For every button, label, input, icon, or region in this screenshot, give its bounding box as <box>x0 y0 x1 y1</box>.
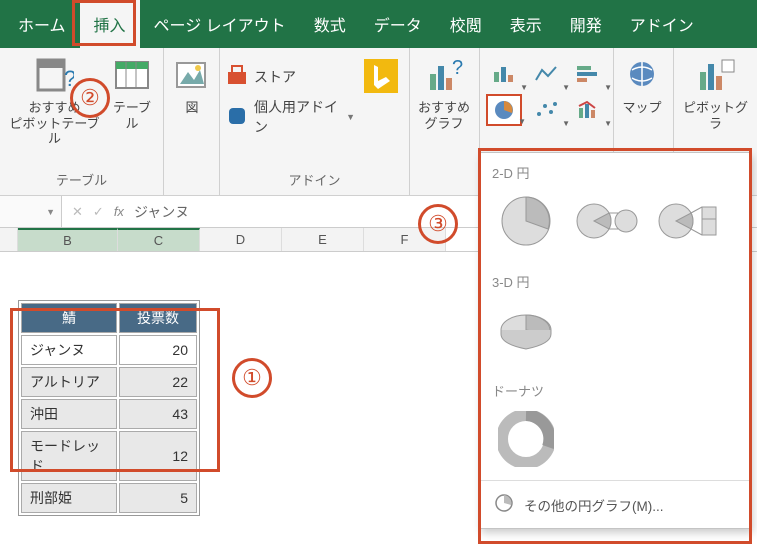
bing-icon <box>361 56 401 96</box>
table-header-votes[interactable]: 投票数 <box>119 303 197 333</box>
tab-developer[interactable]: 開発 <box>556 0 616 48</box>
col-header-c[interactable]: C <box>118 228 200 251</box>
pie-3d-label: 3-D 円 <box>480 262 750 295</box>
recommended-charts-button[interactable]: ? おすすめ グラフ <box>416 54 472 133</box>
formula-input[interactable] <box>134 204 334 220</box>
donut-option[interactable] <box>494 410 558 468</box>
pivot-chart-icon <box>696 56 736 96</box>
tab-insert[interactable]: 挿入 <box>80 0 140 48</box>
group-tables-label: テーブル <box>6 166 157 193</box>
chevron-down-icon: ▼ <box>562 83 570 92</box>
illustrations-button[interactable]: 図 <box>170 54 214 118</box>
pie-of-pie-option[interactable] <box>576 192 640 250</box>
maps-label: マップ <box>622 100 661 116</box>
chevron-down-icon: ▼ <box>562 119 570 128</box>
chevron-down-icon: ▼ <box>518 117 526 126</box>
table-icon <box>112 56 152 96</box>
my-addins-button[interactable]: 個人用アドイン ▼ <box>226 97 355 137</box>
addin-icon <box>226 105 248 130</box>
table-label: テーブル <box>109 100 155 131</box>
tab-addins[interactable]: アドイン <box>616 0 708 48</box>
pie-icon <box>494 493 514 516</box>
pivot-chart-label: ピボットグラ <box>682 100 749 131</box>
table-header-name[interactable]: 鯖 <box>21 303 117 333</box>
pie-chart-dropdown: 2-D 円 3-D 円 ドーナツ その他の円グラフ(M)... <box>479 152 751 529</box>
store-label: ストア <box>254 67 296 87</box>
pie-3d-option[interactable] <box>494 301 558 359</box>
table-row: アルトリア22 <box>21 367 197 397</box>
enter-icon[interactable]: ✓ <box>93 204 104 220</box>
ribbon-tabs: ホーム 挿入 ページ レイアウト 数式 データ 校閲 表示 開発 アドイン <box>0 0 757 48</box>
name-box[interactable]: ▼ <box>0 196 62 227</box>
chevron-down-icon: ▼ <box>604 83 612 92</box>
tab-view[interactable]: 表示 <box>496 0 556 48</box>
more-pie-charts-button[interactable]: その他の円グラフ(M)... <box>480 480 750 528</box>
tab-review[interactable]: 校閲 <box>436 0 496 48</box>
col-header-b[interactable]: B <box>18 228 118 251</box>
chart-scatter-button[interactable]: ▼ <box>528 94 564 126</box>
fx-icon[interactable]: fx <box>114 204 124 219</box>
tab-page-layout[interactable]: ページ レイアウト <box>140 0 300 48</box>
chart-column-button[interactable]: ▼ <box>486 58 522 90</box>
chevron-down-icon: ▼ <box>604 119 612 128</box>
recommended-pivot-button[interactable]: ? おすすめ ピボットテーブル <box>6 54 103 149</box>
maps-button[interactable]: マップ <box>620 54 664 118</box>
my-addins-label: 個人用アドイン <box>254 97 340 137</box>
table-row: 沖田43 <box>21 399 197 429</box>
recommended-charts-label: おすすめ グラフ <box>418 100 470 131</box>
group-addins-label: アドイン <box>226 166 403 193</box>
tab-data[interactable]: データ <box>360 0 436 48</box>
store-icon <box>226 64 248 89</box>
data-table[interactable]: 鯖 投票数 ジャンヌ20 アルトリア22 沖田43 モードレッド12 刑部姫5 <box>18 300 200 516</box>
chevron-down-icon: ▼ <box>346 112 355 122</box>
bing-maps-button[interactable] <box>359 54 403 98</box>
bar-of-pie-option[interactable] <box>658 192 722 250</box>
globe-icon <box>622 56 662 96</box>
col-header-d[interactable]: D <box>200 228 282 251</box>
pivot-table-icon: ? <box>34 56 74 96</box>
store-button[interactable]: ストア <box>226 64 355 89</box>
table-row: 刑部姫5 <box>21 483 197 513</box>
svg-text:?: ? <box>452 57 463 79</box>
chart-line-button[interactable]: ▼ <box>528 58 564 90</box>
recommended-charts-icon: ? <box>424 56 464 96</box>
illustrations-icon <box>172 56 212 96</box>
svg-text:?: ? <box>64 66 74 91</box>
chart-pie-button[interactable]: ▼ <box>486 94 522 126</box>
table-row: モードレッド12 <box>21 431 197 481</box>
col-header-e[interactable]: E <box>282 228 364 251</box>
recommended-pivot-label: おすすめ ピボットテーブル <box>8 100 101 147</box>
pivot-chart-button[interactable]: ピボットグラ <box>680 54 751 133</box>
table-row: ジャンヌ20 <box>21 335 197 365</box>
pie-2d-option[interactable] <box>494 192 558 250</box>
chevron-down-icon: ▼ <box>520 83 528 92</box>
more-pie-charts-label: その他の円グラフ(M)... <box>524 495 664 515</box>
col-header-f[interactable]: F <box>364 228 446 251</box>
pie-2d-label: 2-D 円 <box>480 153 750 186</box>
table-button[interactable]: テーブル <box>107 54 157 133</box>
chart-stock-button[interactable]: ▼ <box>570 94 606 126</box>
cancel-icon[interactable]: ✕ <box>72 204 83 220</box>
tab-home[interactable]: ホーム <box>4 0 80 48</box>
illustrations-label: 図 <box>185 100 198 116</box>
chart-bar-button[interactable]: ▼ <box>570 58 606 90</box>
donut-label: ドーナツ <box>480 371 750 404</box>
tab-formulas[interactable]: 数式 <box>300 0 360 48</box>
